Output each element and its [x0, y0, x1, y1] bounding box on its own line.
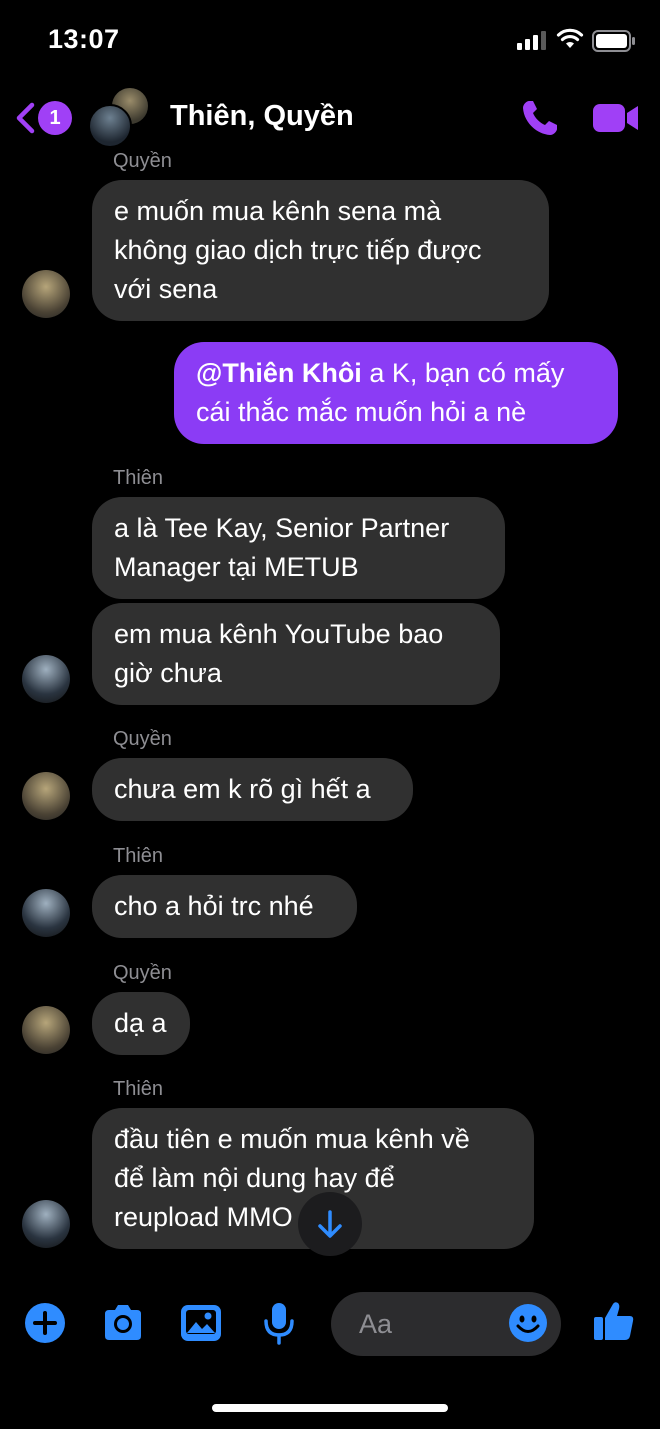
message-composer: Aa: [0, 1282, 660, 1372]
group-avatar[interactable]: [88, 86, 154, 152]
sender-label: Quyền: [113, 150, 172, 172]
message-input[interactable]: Aa: [331, 1292, 561, 1356]
wifi-icon: [556, 28, 584, 48]
sender-avatar[interactable]: [22, 270, 70, 318]
sender-avatar[interactable]: [22, 772, 70, 820]
message-bubble-incoming[interactable]: cho a hỏi trc nhé: [92, 875, 357, 938]
sender-label: Thiên: [113, 845, 164, 867]
status-bar: 13:07: [0, 0, 660, 80]
microphone-icon[interactable]: [256, 1300, 302, 1346]
signal-icon: [517, 31, 546, 50]
mention-tag[interactable]: @Thiên Khôi: [196, 358, 362, 388]
sender-avatar[interactable]: [22, 655, 70, 703]
home-indicator[interactable]: [212, 1404, 448, 1412]
scroll-to-bottom-button[interactable]: [298, 1192, 362, 1256]
avatar-thien: [88, 104, 132, 148]
arrow-down-icon: [318, 1210, 342, 1238]
message-bubble-incoming[interactable]: a là Tee Kay, Senior Partner Manager tại…: [92, 497, 505, 599]
photo-gallery-icon[interactable]: [178, 1300, 224, 1346]
message-bubble-incoming[interactable]: dạ a: [92, 992, 190, 1055]
conversation-title[interactable]: Thiên, Quyền: [170, 100, 354, 133]
message-bubble-incoming[interactable]: e muốn mua kênh sena mà không giao dịch …: [92, 180, 549, 321]
video-call-icon[interactable]: [592, 102, 640, 134]
sender-avatar[interactable]: [22, 1006, 70, 1054]
sender-avatar[interactable]: [22, 889, 70, 937]
emoji-icon[interactable]: [507, 1302, 549, 1344]
conversation-header: 1 Thiên, Quyền: [0, 80, 660, 156]
message-bubble-incoming[interactable]: em mua kênh YouTube bao giờ chưa: [92, 603, 500, 705]
sender-avatar[interactable]: [22, 1200, 70, 1248]
message-list[interactable]: Quyền e muốn mua kênh sena mà không giao…: [0, 150, 660, 1280]
camera-icon[interactable]: [100, 1300, 146, 1346]
unread-count-badge: 1: [38, 101, 72, 135]
back-button[interactable]: 1: [14, 98, 72, 138]
sender-label: Thiên: [113, 1078, 164, 1100]
sender-label: Thiên: [113, 467, 164, 489]
battery-icon: [592, 30, 635, 52]
plus-icon[interactable]: [22, 1300, 68, 1346]
status-time: 13:07: [48, 24, 120, 54]
thumbs-up-icon[interactable]: [591, 1298, 637, 1344]
message-input-placeholder: Aa: [359, 1309, 393, 1339]
chevron-left-icon: [16, 102, 35, 134]
phone-call-icon[interactable]: [520, 98, 560, 138]
message-bubble-outgoing[interactable]: @Thiên Khôi a K, bạn có mấy cái thắc mắc…: [174, 342, 618, 444]
sender-label: Quyền: [113, 728, 172, 750]
message-bubble-incoming[interactable]: chưa em k rõ gì hết a: [92, 758, 413, 821]
sender-label: Quyền: [113, 962, 172, 984]
